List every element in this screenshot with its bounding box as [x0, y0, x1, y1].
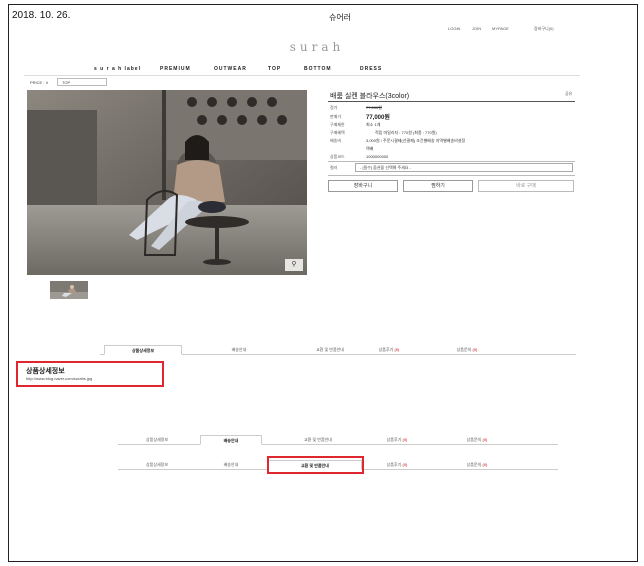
product-code-label: 상품코드	[330, 154, 345, 159]
tab-label: 상품문의	[456, 347, 472, 352]
tab-reviews[interactable]: 상품후기 (0)	[358, 460, 436, 470]
price-filter-label: PRICE : ∨	[30, 80, 49, 85]
qna-count: (0)	[472, 347, 478, 352]
purchase-limit-label: 구매제한	[330, 122, 345, 127]
purchase-limit-value: 최소 1개	[366, 122, 381, 127]
detail-section-title: 상품상세정보	[26, 368, 65, 375]
tab-label: 상품후기	[378, 347, 394, 352]
product-code-value: 1000000000	[366, 154, 389, 159]
share-link[interactable]: 공유	[565, 91, 572, 97]
page-title: 슈어러	[328, 13, 352, 22]
review-count: (0)	[402, 437, 408, 442]
tab-label: 배송안내	[223, 438, 239, 443]
join-link[interactable]: JOIN	[472, 26, 481, 31]
tab-product-detail[interactable]: 상품상세정보	[104, 345, 182, 355]
list-price-label: 정가	[330, 105, 338, 110]
nav-item-top[interactable]: TOP	[268, 66, 281, 72]
nav-item-outwear[interactable]: OUTWEAR	[214, 66, 247, 72]
product-photo-illustration	[27, 90, 307, 275]
tab-shipping-info[interactable]: 배송안내	[200, 460, 262, 470]
cart-link[interactable]: 장바구니(0)	[534, 26, 554, 32]
site-logo[interactable]: surah	[262, 40, 372, 54]
product-main-image[interactable]: ⚲	[27, 90, 307, 275]
tab-label: 교환 및 반품안내	[304, 437, 332, 442]
tab-reviews[interactable]: 상품후기 (0)	[350, 345, 428, 355]
wishlist-button[interactable]: 찜하기	[403, 180, 473, 192]
detail-tabs-mid: 상품상세정보 배송안내 교환 및 반품안내 상품후기 (0) 상품문의 (0)	[118, 435, 558, 445]
tab-label: 교환 및 반품안내	[316, 347, 344, 352]
sale-price-value: 77,000원	[366, 115, 390, 121]
page-frame	[8, 4, 638, 562]
tab-exchange-return[interactable]: 교환 및 반품안내	[268, 435, 368, 445]
color-option-label: 컬러	[330, 165, 338, 170]
tab-product-detail[interactable]: 상품상세정보	[118, 435, 196, 445]
qna-count: (0)	[482, 462, 488, 467]
review-count: (0)	[402, 462, 408, 467]
tab-label: 상품후기	[386, 437, 402, 442]
review-count: (0)	[394, 347, 400, 352]
tab-qna[interactable]: 상품문의 (0)	[438, 460, 516, 470]
tab-shipping-info[interactable]: 배송안내	[200, 435, 262, 445]
tab-label: 상품상세정보	[145, 437, 169, 442]
nav-item-dress[interactable]: DRESS	[360, 66, 382, 72]
nav-item-surah-label[interactable]: s u r a h label	[94, 66, 141, 72]
option-bottom-divider	[328, 175, 575, 176]
magnifier-icon[interactable]: ⚲	[285, 259, 303, 271]
tab-label: 배송안내	[231, 347, 247, 352]
list-price-value: 77,000원	[366, 105, 382, 110]
benefit-value: 적립 마일리지 : 770원 (최종 : 770원)	[375, 130, 437, 135]
tab-qna[interactable]: 상품문의 (0)	[438, 435, 516, 445]
highlight-box-exchange	[267, 456, 364, 474]
sale-price-label: 판매가	[330, 114, 342, 119]
nav-divider	[24, 75, 580, 76]
tab-label: 상품후기	[386, 462, 402, 467]
print-date: 2018. 10. 26.	[12, 10, 71, 21]
thumbnail-illustration	[50, 281, 88, 299]
color-option-select[interactable]: - [필수] 옵션을 선택해 주세요 -	[355, 163, 573, 172]
category-select[interactable]: TOP	[57, 78, 107, 86]
benefit-label: 구매혜택	[330, 130, 345, 135]
buy-now-button[interactable]: 바로 구매	[478, 180, 574, 192]
tab-label: 배송안내	[223, 462, 239, 467]
mypage-link[interactable]: MYPAGE	[492, 26, 509, 31]
tab-label: 상품상세정보	[131, 348, 155, 353]
tab-label: 상품문의	[466, 462, 482, 467]
product-name: 배룸 실켄 블라우스(3color)	[330, 93, 410, 100]
tab-product-detail[interactable]: 상품상세정보	[118, 460, 196, 470]
shipping-value: 3,000원 / 주문시결제(선결제) 조건별배송 지역별배송비설정	[366, 138, 466, 143]
tab-reviews[interactable]: 상품후기 (0)	[358, 435, 436, 445]
product-thumbnail[interactable]	[50, 281, 88, 299]
shipping-method-value: 택배	[366, 146, 374, 151]
qna-count: (0)	[482, 437, 488, 442]
nav-item-bottom[interactable]: BOTTOM	[304, 66, 332, 72]
add-to-cart-button[interactable]: 장바구니	[328, 180, 398, 192]
tab-qna[interactable]: 상품문의 (0)	[428, 345, 506, 355]
info-top-divider	[328, 101, 575, 102]
tab-label: 상품상세정보	[145, 462, 169, 467]
nav-item-premium[interactable]: PREMIUM	[160, 66, 191, 72]
detail-image-url[interactable]: http://www.blog.naver.com/surahs.jpg	[26, 376, 92, 381]
tab-label: 상품문의	[466, 437, 482, 442]
detail-tabs-top: 상품상세정보 배송안내 교환 및 반품안내 상품후기 (0) 상품문의 (0)	[100, 345, 576, 355]
option-top-divider	[328, 161, 575, 162]
login-link[interactable]: LOGIN	[448, 26, 460, 31]
tab-shipping-info[interactable]: 배송안내	[200, 345, 278, 355]
shipping-label: 배송비	[330, 138, 342, 143]
